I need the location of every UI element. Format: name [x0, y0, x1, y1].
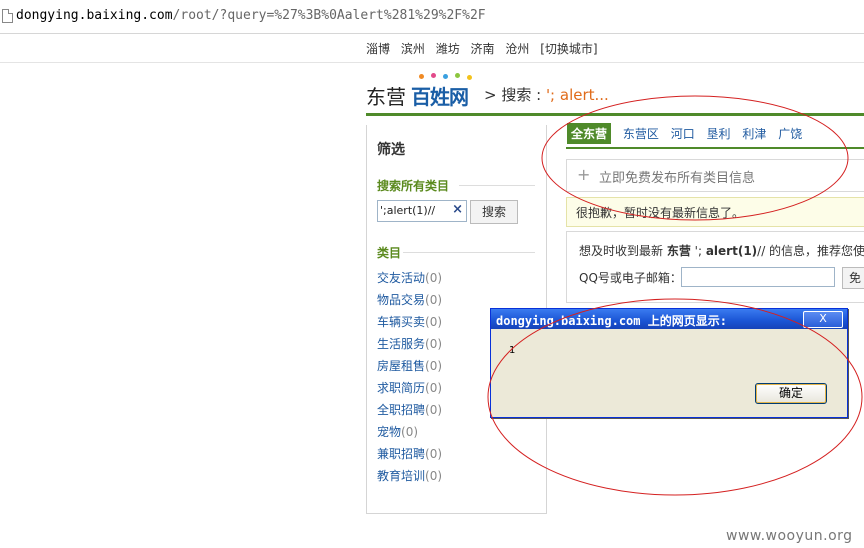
city-link-jinan[interactable]: 济南: [471, 42, 495, 56]
tab-lijin[interactable]: 利津: [742, 123, 766, 144]
alert-dialog: dongying.baixing.com 上的网页显示: X 1 确定: [490, 308, 848, 418]
dialog-title: dongying.baixing.com 上的网页显示:: [496, 314, 727, 328]
subscribe-button[interactable]: 免: [842, 267, 864, 289]
city-link-cangzhou[interactable]: 沧州: [505, 42, 529, 56]
category-count: (0): [425, 271, 443, 285]
list-item: 兼职招聘(0): [377, 443, 442, 465]
category-count: (0): [425, 293, 443, 307]
list-item: 求职简历(0): [377, 377, 442, 399]
category-link[interactable]: 求职简历: [377, 381, 425, 395]
category-link[interactable]: 房屋租售: [377, 359, 425, 373]
city-title: 东营: [366, 85, 406, 109]
list-item: 全职招聘(0): [377, 399, 442, 421]
address-bar[interactable]: dongying.baixing.com/root/?query=%27%3B%…: [0, 0, 864, 34]
subscribe-label: QQ号或电子邮箱：: [579, 271, 682, 285]
category-link[interactable]: 生活服务: [377, 337, 425, 351]
search-field[interactable]: ×: [377, 200, 467, 222]
category-count: (0): [425, 337, 443, 351]
list-item: 宠物(0): [377, 421, 442, 443]
search-section-title: 搜索所有类目: [377, 179, 450, 193]
category-count: (0): [425, 447, 443, 461]
search-button[interactable]: 搜索: [470, 200, 518, 224]
category-count: (0): [425, 403, 443, 417]
list-item: 车辆买卖(0): [377, 311, 442, 333]
subscribe-text-query: alert(1): [705, 244, 758, 258]
close-icon[interactable]: X: [803, 311, 843, 328]
tab-dongying-district[interactable]: 东营区: [623, 123, 659, 144]
subscribe-text-city: 东营: [666, 244, 691, 258]
city-link-zibo[interactable]: 淄博: [366, 42, 390, 56]
tab-guangrao[interactable]: 广饶: [778, 123, 802, 144]
category-link[interactable]: 车辆买卖: [377, 315, 425, 329]
no-results-notice: 很抱歉，暂时没有最新信息了。: [566, 197, 864, 227]
watermark: www.wooyun.org: [726, 528, 853, 544]
category-link[interactable]: 兼职招聘: [377, 447, 425, 461]
tab-hekou[interactable]: 河口: [671, 123, 695, 144]
search-input[interactable]: [380, 203, 450, 218]
post-free-listing-label: 立即免费发布所有类目信息: [599, 171, 756, 186]
category-link[interactable]: 交友活动: [377, 271, 425, 285]
subscribe-email-input[interactable]: [681, 267, 835, 287]
url-path: /root/?query=%27%3B%0Aalert%281%29%2F%2F: [172, 8, 486, 23]
clear-icon[interactable]: ×: [452, 202, 463, 217]
category-count: (0): [425, 359, 443, 373]
category-list: 交友活动(0) 物品交易(0) 车辆买卖(0) 生活服务(0) 房屋租售(0) …: [377, 267, 442, 487]
plus-icon: +: [577, 165, 591, 184]
tab-kenli[interactable]: 垦利: [707, 123, 731, 144]
tabs-divider: [566, 147, 864, 149]
list-item: 交友活动(0): [377, 267, 442, 289]
page-icon: [2, 9, 13, 23]
category-link[interactable]: 物品交易: [377, 293, 425, 307]
list-item: 生活服务(0): [377, 333, 442, 355]
dialog-title-bar[interactable]: dongying.baixing.com 上的网页显示: X: [491, 309, 847, 329]
site-header: 东营 百姓网 > 搜索 : '; alert...: [366, 70, 864, 110]
list-item: 房屋租售(0): [377, 355, 442, 377]
category-count: (0): [425, 381, 443, 395]
url-host: dongying.baixing.com: [16, 8, 173, 23]
notice-text: 很抱歉，暂时没有最新信息了。: [576, 206, 745, 220]
site-logo[interactable]: 百姓网: [411, 73, 481, 109]
header-divider: [366, 113, 864, 116]
city-link-weifang[interactable]: 潍坊: [436, 42, 460, 56]
category-link[interactable]: 全职招聘: [377, 403, 425, 417]
city-bar: 淄博 滨州 潍坊 济南 沧州 [切换城市]: [0, 34, 864, 63]
tab-all-dongying[interactable]: 全东营: [567, 123, 612, 144]
area-tabs: 全东营 东营区 河口 垦利 利津 广饶: [567, 123, 810, 145]
post-free-listing-button[interactable]: + 立即免费发布所有类目信息: [566, 159, 864, 192]
url-text[interactable]: dongying.baixing.com/root/?query=%27%3B%…: [16, 8, 486, 23]
list-item: 物品交易(0): [377, 289, 442, 311]
category-count: (0): [425, 469, 443, 483]
dialog-message: 1: [509, 345, 516, 356]
logo-text: 百姓网: [411, 85, 469, 109]
category-link[interactable]: 教育培训: [377, 469, 425, 483]
breadcrumb: > 搜索 : '; alert...: [484, 84, 609, 105]
category-section-title: 类目: [377, 246, 402, 260]
switch-city-link[interactable]: [切换城市]: [540, 42, 597, 56]
city-link-binzhou[interactable]: 滨州: [401, 42, 425, 56]
breadcrumb-prefix: > 搜索 :: [484, 86, 546, 104]
subscribe-box: 想及时收到最新 东营 '; alert(1)// 的信息，推荐您使用 QQ号或电…: [566, 231, 864, 303]
search-section-divider: [459, 185, 535, 186]
category-section-divider: [403, 252, 535, 253]
breadcrumb-query: '; alert...: [545, 86, 609, 104]
ok-button[interactable]: 确定: [755, 383, 827, 404]
category-count: (0): [401, 425, 419, 439]
category-link[interactable]: 宠物: [377, 425, 401, 439]
list-item: 教育培训(0): [377, 465, 442, 487]
subscribe-text-suffix: // 的信息，推荐您使用: [757, 244, 864, 258]
city-links: 淄博 滨州 潍坊 济南 沧州 [切换城市]: [366, 40, 598, 57]
filter-title: 筛选: [377, 142, 405, 158]
category-count: (0): [425, 315, 443, 329]
subscribe-text-mid: ';: [690, 244, 706, 258]
subscribe-text: 想及时收到最新 东营 '; alert(1)// 的信息，推荐您使用: [579, 242, 864, 259]
subscribe-text-prefix: 想及时收到最新: [579, 244, 667, 258]
